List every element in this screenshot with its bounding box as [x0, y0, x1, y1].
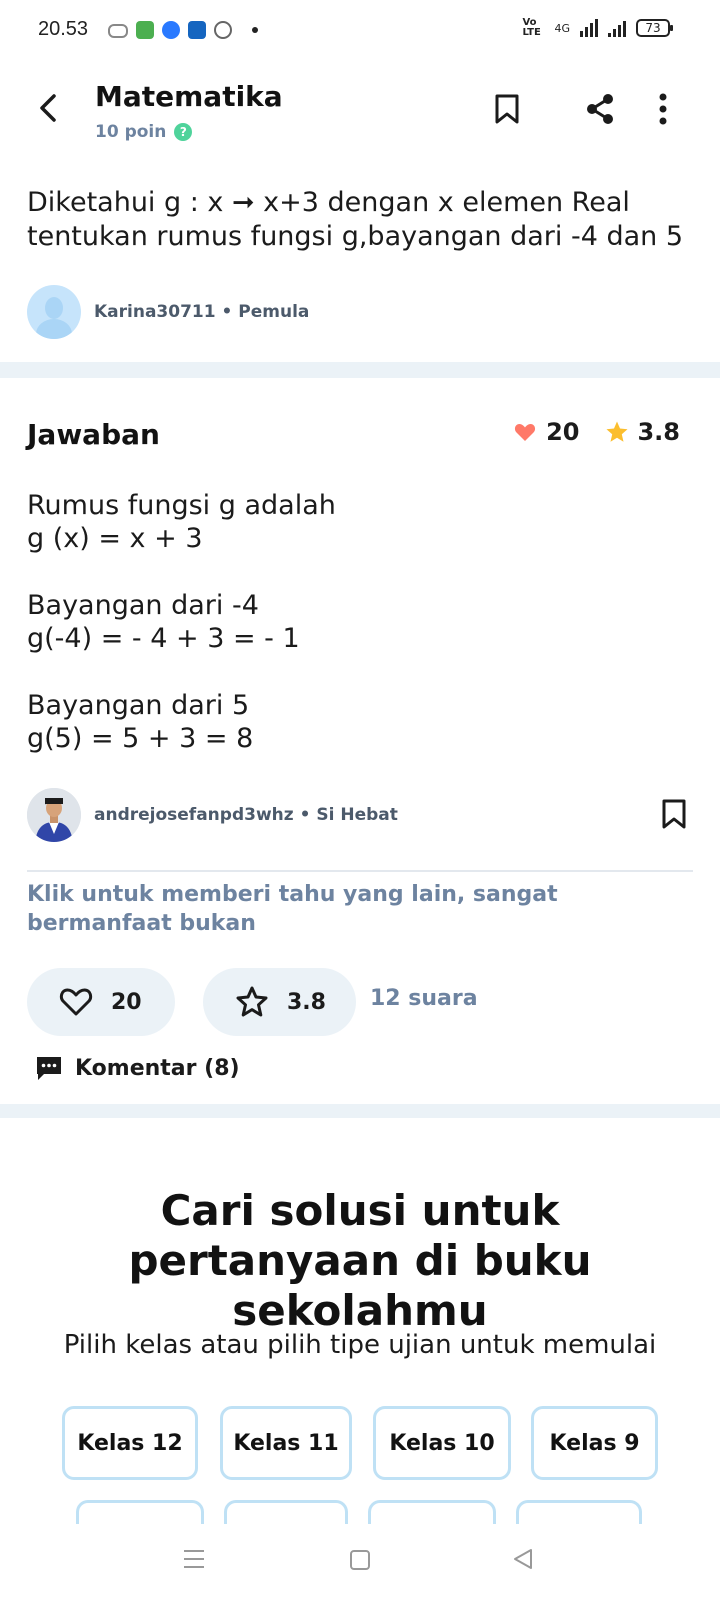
grade-button-9[interactable]: Kelas 9: [531, 1406, 658, 1480]
heart-icon: [515, 424, 536, 441]
grade-button-12[interactable]: Kelas 12: [62, 1406, 198, 1480]
thanks-prompt: Klik untuk memberi tahu yang lain, sanga…: [27, 882, 558, 936]
bookmark-icon: [662, 799, 686, 829]
more-options-button[interactable]: [658, 93, 668, 129]
game-controller-icon: [108, 24, 128, 38]
points-value: 10 poin: [95, 122, 167, 142]
notification-icons: [108, 21, 258, 39]
signal-icon: [580, 19, 598, 37]
grade-button-10[interactable]: Kelas 10: [373, 1406, 511, 1480]
more-vertical-icon: [659, 93, 667, 125]
like-button[interactable]: 20: [27, 968, 175, 1036]
back-button[interactable]: [30, 88, 66, 128]
rate-value: 3.8: [287, 989, 326, 1015]
battery-icon: 73: [636, 19, 673, 37]
answer-bookmark-button[interactable]: [661, 798, 687, 834]
search-section-subtitle: Pilih kelas atau pilih tipe ujian untuk …: [63, 1330, 657, 1360]
bookmark-icon: [495, 94, 519, 124]
share-button[interactable]: [585, 93, 615, 129]
more-notifications-dot-icon: [252, 27, 258, 33]
question-author[interactable]: Karina30711 • Pemula: [27, 285, 309, 339]
status-right: Vo LTE 4G 73: [522, 17, 673, 38]
system-nav-bar: [0, 1524, 720, 1600]
answer-author[interactable]: andrejosefanpd3whz • Si Hebat: [27, 788, 687, 842]
question-text: Diketahui g : x ➞ x+3 dengan x elemen Re…: [27, 187, 684, 252]
comments-button[interactable]: Komentar (8): [35, 1054, 240, 1082]
app-header: Matematika 10 poin ?: [0, 66, 720, 156]
answer-stats: 20 3.8: [514, 418, 680, 446]
grade-button-11[interactable]: Kelas 11: [220, 1406, 352, 1480]
status-time: 20.53: [38, 18, 89, 40]
section-divider: [0, 362, 720, 378]
answer-author-name: andrejosefanpd3whz • Si Hebat: [94, 805, 398, 825]
heart-outline-icon: [59, 988, 93, 1016]
search-section-title: Cari solusi untuk pertanyaan di buku sek…: [128, 1186, 592, 1335]
question-author-name: Karina30711 • Pemula: [94, 302, 310, 322]
answer-gap: [27, 655, 687, 689]
comment-icon: [37, 1057, 61, 1080]
avatar: [27, 788, 81, 842]
answer-body: Rumus fungsi g adalah g (x) = x + 3 Baya…: [27, 489, 687, 755]
back-arrow-icon: [40, 94, 56, 122]
share-icon: [587, 94, 613, 124]
answer-title: Jawaban: [27, 418, 160, 451]
answer-line: Bayangan dari -4: [27, 590, 259, 621]
avatar-illustration: [27, 788, 81, 842]
status-bar: 20.53 Vo LTE 4G 73: [0, 0, 720, 64]
system-back-button[interactable]: [512, 1548, 534, 1574]
answer-gap: [27, 555, 687, 589]
answer-line: g(5) = 5 + 3 = 8: [27, 723, 254, 754]
answer-line: g(-4) = - 4 + 3 = - 1: [27, 623, 300, 654]
section-divider: [0, 1104, 720, 1118]
signal-icon-2: [608, 19, 626, 37]
star-outline-icon: [236, 986, 268, 1017]
rate-button[interactable]: 3.8: [203, 968, 356, 1036]
recent-apps-button[interactable]: [183, 1548, 205, 1574]
avatar: [27, 285, 81, 339]
answer-line: Bayangan dari 5: [27, 690, 250, 721]
bookmark-button[interactable]: [494, 93, 520, 129]
divider: [27, 870, 693, 872]
answer-rating: 3.8: [637, 418, 680, 446]
points-label: 10 poin ?: [95, 122, 193, 142]
app-circle-icon: [214, 21, 232, 39]
messenger-icon: [162, 21, 180, 39]
home-button[interactable]: [350, 1550, 370, 1570]
menu-icon: [184, 1550, 204, 1568]
comments-label: Komentar (8): [75, 1055, 240, 1081]
app-notification-icon: [136, 21, 154, 39]
volte-label: Vo LTE: [522, 17, 541, 38]
triangle-back-icon: [514, 1549, 532, 1569]
answer-line: g (x) = x + 3: [27, 523, 203, 554]
answer-line: Rumus fungsi g adalah: [27, 490, 336, 521]
star-icon: [606, 421, 628, 442]
like-count: 20: [111, 989, 142, 1015]
app-square-icon: [188, 21, 206, 39]
answer-likes: 20: [546, 418, 580, 446]
vote-count: 12 suara: [370, 986, 478, 1011]
help-icon[interactable]: ?: [174, 123, 193, 141]
subject-title: Matematika: [95, 80, 283, 113]
network-type: 4G: [554, 21, 570, 35]
